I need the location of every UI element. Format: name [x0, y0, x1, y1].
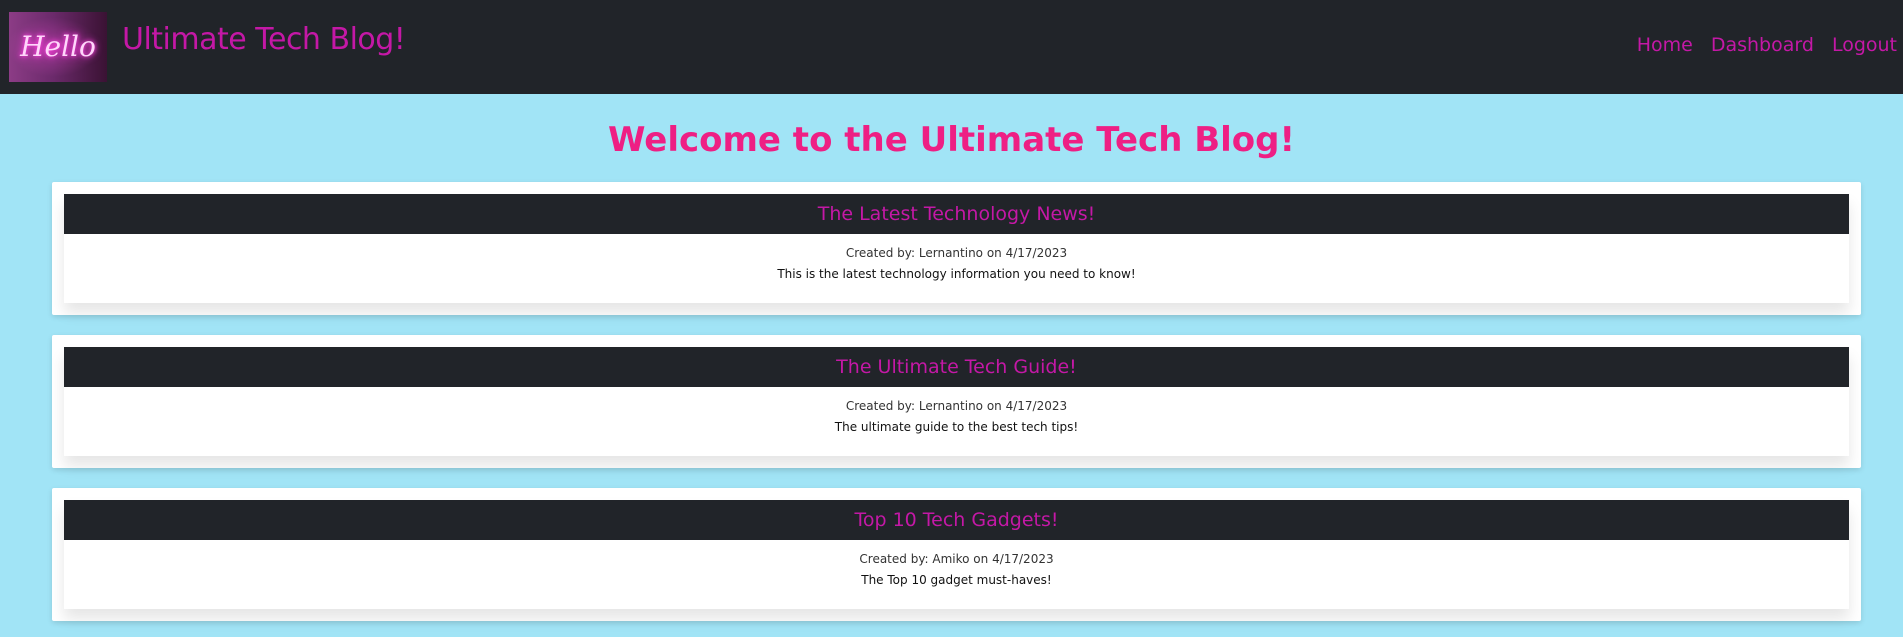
logo-neon-text: Hello [20, 30, 96, 63]
main-content: Welcome to the Ultimate Tech Blog! The L… [0, 94, 1903, 621]
post-inner: Top 10 Tech Gadgets! Created by: Amiko o… [64, 500, 1849, 609]
nav-logout-link[interactable]: Logout [1832, 34, 1897, 56]
post-meta: Created by: Lernantino on 4/17/2023 [845, 246, 1068, 260]
nav-dashboard-link[interactable]: Dashboard [1711, 34, 1814, 56]
post-inner: The Latest Technology News! Created by: … [64, 194, 1849, 303]
post-title[interactable]: Top 10 Tech Gadgets! [854, 509, 1058, 531]
post-body: The ultimate guide to the best tech tips… [834, 420, 1079, 434]
post-card[interactable]: The Latest Technology News! Created by: … [52, 182, 1861, 315]
site-title[interactable]: Ultimate Tech Blog! [122, 22, 406, 57]
logo-image[interactable]: Hello [9, 12, 107, 82]
post-card[interactable]: The Ultimate Tech Guide! Created by: Ler… [52, 335, 1861, 468]
post-title[interactable]: The Latest Technology News! [818, 203, 1096, 225]
post-body: This is the latest technology informatio… [777, 267, 1136, 281]
post-inner: The Ultimate Tech Guide! Created by: Ler… [64, 347, 1849, 456]
post-title[interactable]: The Ultimate Tech Guide! [836, 356, 1077, 378]
post-title-bar[interactable]: The Ultimate Tech Guide! [64, 347, 1849, 387]
navbar: Hello Ultimate Tech Blog! Home Dashboard… [0, 0, 1903, 94]
nav-links: Home Dashboard Logout [1637, 34, 1897, 56]
page-heading: Welcome to the Ultimate Tech Blog! [607, 120, 1296, 160]
post-card[interactable]: Top 10 Tech Gadgets! Created by: Amiko o… [52, 488, 1861, 621]
post-meta: Created by: Lernantino on 4/17/2023 [845, 399, 1068, 413]
post-meta: Created by: Amiko on 4/17/2023 [859, 552, 1054, 566]
post-body: The Top 10 gadget must-haves! [861, 573, 1052, 587]
post-title-bar[interactable]: Top 10 Tech Gadgets! [64, 500, 1849, 540]
post-title-bar[interactable]: The Latest Technology News! [64, 194, 1849, 234]
nav-home-link[interactable]: Home [1637, 34, 1693, 56]
